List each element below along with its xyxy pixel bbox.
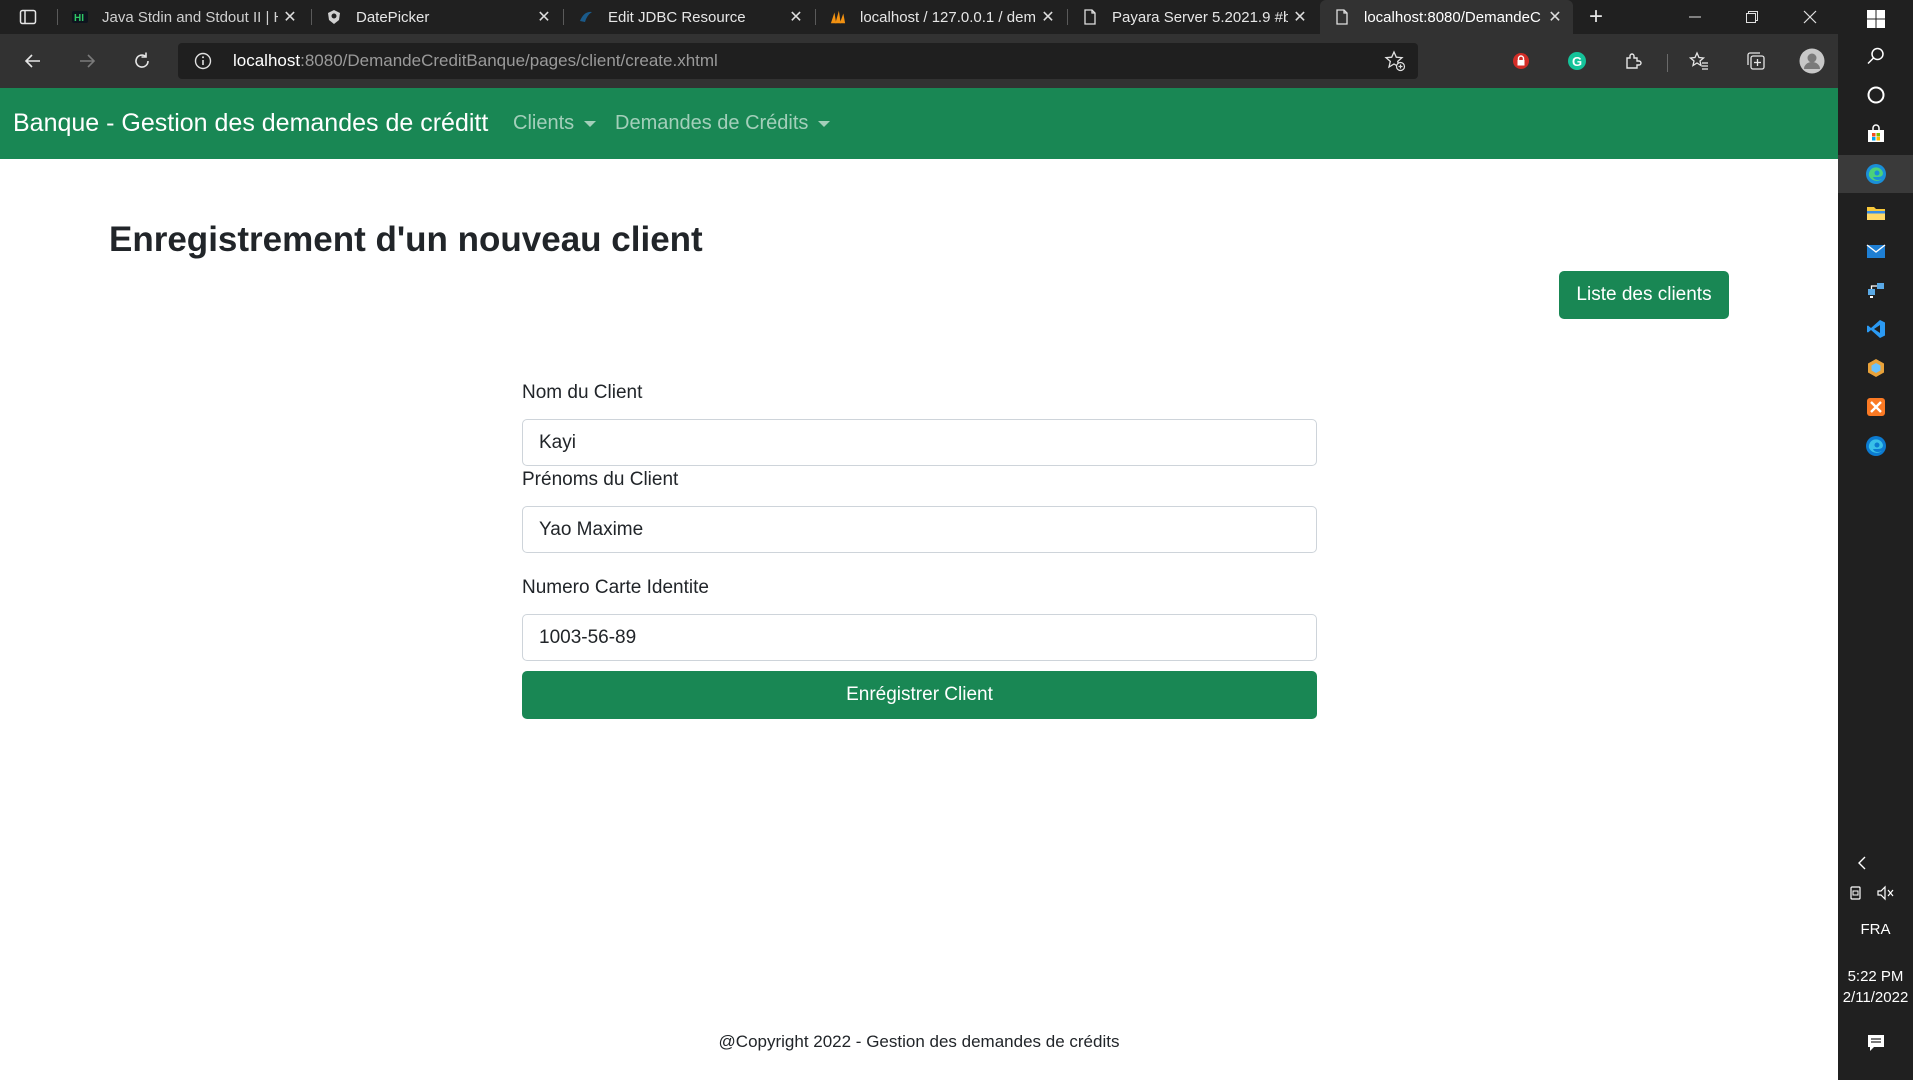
lastpass-extension-icon[interactable] bbox=[1505, 45, 1537, 77]
collections-icon[interactable] bbox=[1740, 45, 1772, 77]
nav-dropdown-clients[interactable]: Clients bbox=[513, 112, 597, 135]
page-icon bbox=[1082, 9, 1098, 25]
glassfish-icon bbox=[578, 9, 594, 25]
close-window-icon[interactable] bbox=[1782, 0, 1838, 34]
carte-identite-label: Numero Carte Identite bbox=[522, 577, 709, 598]
page-title: Enregistrement d'un nouveau client bbox=[109, 220, 703, 259]
page-icon bbox=[1334, 9, 1350, 25]
vscode-icon[interactable] bbox=[1862, 315, 1890, 343]
volume-muted-icon[interactable] bbox=[1872, 879, 1900, 907]
tab-title: localhost / 127.0.0.1 / dem bbox=[860, 8, 1036, 26]
caret-down-icon bbox=[818, 120, 831, 127]
url-host: localhost bbox=[233, 51, 301, 70]
browser-tab[interactable]: Edit JDBC Resource ✕ bbox=[564, 0, 814, 34]
svg-text:G: G bbox=[1572, 54, 1582, 69]
info-icon[interactable] bbox=[194, 52, 212, 70]
xampp-icon[interactable] bbox=[1862, 393, 1890, 421]
store-icon[interactable] bbox=[1862, 120, 1890, 148]
carte-identite-input[interactable] bbox=[522, 614, 1317, 661]
browser-tab[interactable]: HI Java Stdin and Stdout II | H ✕ bbox=[58, 0, 308, 34]
nav-dropdown-demandes[interactable]: Demandes de Crédits bbox=[615, 112, 831, 135]
browser-toolbar: localhost:8080/DemandeCreditBanque/pages… bbox=[0, 34, 1838, 88]
browser-tab[interactable]: Payara Server 5.2021.9 #b ✕ bbox=[1068, 0, 1318, 34]
language-indicator[interactable]: FRA bbox=[1838, 921, 1913, 938]
windows-start-icon[interactable] bbox=[1862, 5, 1890, 33]
close-icon[interactable]: ✕ bbox=[278, 5, 302, 29]
hackerrank-icon: HI bbox=[72, 9, 88, 25]
save-client-button[interactable]: Enrégistrer Client bbox=[522, 671, 1317, 719]
add-favorite-icon[interactable] bbox=[1384, 50, 1406, 72]
network-app-icon[interactable] bbox=[1862, 276, 1890, 304]
tab-title: Payara Server 5.2021.9 #b bbox=[1112, 8, 1288, 26]
browser-tab-active[interactable]: localhost:8080/DemandeC ✕ bbox=[1320, 0, 1573, 34]
meet-now-icon[interactable] bbox=[1842, 879, 1870, 907]
prenoms-label: Prénoms du Client bbox=[522, 469, 679, 490]
navbar-brand[interactable]: Banque - Gestion des demandes de créditt bbox=[13, 109, 488, 138]
grammarly-extension-icon[interactable]: G bbox=[1561, 45, 1593, 77]
close-icon[interactable]: ✕ bbox=[532, 5, 556, 29]
profile-avatar-icon[interactable] bbox=[1796, 45, 1828, 77]
nav-dropdown-label: Demandes de Crédits bbox=[615, 112, 809, 134]
mail-icon[interactable] bbox=[1862, 237, 1890, 265]
browser-tab[interactable]: localhost / 127.0.0.1 / dem ✕ bbox=[816, 0, 1066, 34]
svg-text:HI: HI bbox=[74, 13, 84, 23]
primefaces-icon bbox=[326, 9, 342, 25]
notification-center-icon[interactable] bbox=[1862, 1029, 1890, 1057]
close-icon[interactable]: ✕ bbox=[1543, 5, 1567, 29]
toolbar-divider bbox=[1667, 54, 1668, 72]
tab-title: DatePicker bbox=[356, 8, 430, 26]
browser-tab[interactable]: DatePicker ✕ bbox=[312, 0, 562, 34]
close-icon[interactable]: ✕ bbox=[1036, 5, 1060, 29]
extensions-icon[interactable] bbox=[1617, 45, 1649, 77]
forward-icon bbox=[71, 45, 103, 77]
hexagon-app-icon[interactable] bbox=[1862, 354, 1890, 382]
tab-title: localhost:8080/DemandeC bbox=[1364, 8, 1541, 26]
navbar: Banque - Gestion des demandes de créditt… bbox=[0, 88, 1838, 159]
close-icon[interactable]: ✕ bbox=[784, 5, 808, 29]
tab-title: Java Stdin and Stdout II | H bbox=[102, 8, 278, 26]
url-text[interactable]: localhost:8080/DemandeCreditBanque/pages… bbox=[233, 51, 718, 71]
footer-copyright: @Copyright 2022 - Gestion des demandes d… bbox=[718, 1032, 1120, 1051]
caret-down-icon bbox=[584, 120, 597, 127]
clock-time[interactable]: 5:22 PM bbox=[1838, 968, 1913, 985]
nom-label: Nom du Client bbox=[522, 382, 643, 403]
prenoms-input[interactable] bbox=[522, 506, 1317, 553]
nav-dropdown-label: Clients bbox=[513, 112, 575, 134]
back-icon[interactable] bbox=[17, 45, 49, 77]
favorites-icon[interactable] bbox=[1683, 45, 1715, 77]
minimize-icon[interactable] bbox=[1667, 0, 1723, 34]
tab-actions-icon[interactable] bbox=[12, 1, 44, 33]
list-clients-button[interactable]: Liste des clients bbox=[1559, 271, 1729, 319]
edge-dev-icon[interactable] bbox=[1862, 432, 1890, 460]
search-icon[interactable] bbox=[1862, 42, 1890, 70]
restore-icon[interactable] bbox=[1724, 0, 1780, 34]
close-icon[interactable]: ✕ bbox=[1288, 5, 1312, 29]
refresh-icon[interactable] bbox=[126, 45, 158, 77]
web-page: Banque - Gestion des demandes de créditt… bbox=[0, 88, 1838, 1080]
new-tab-icon[interactable]: + bbox=[1580, 1, 1612, 33]
edge-icon[interactable] bbox=[1862, 160, 1890, 188]
file-explorer-icon[interactable] bbox=[1862, 199, 1890, 227]
cortana-icon[interactable] bbox=[1862, 81, 1890, 109]
phpmyadmin-icon bbox=[830, 9, 846, 25]
url-path: :8080/DemandeCreditBanque/pages/client/c… bbox=[300, 51, 718, 70]
address-bar[interactable]: localhost:8080/DemandeCreditBanque/pages… bbox=[178, 43, 1418, 79]
tab-title: Edit JDBC Resource bbox=[608, 8, 746, 26]
nom-input[interactable] bbox=[522, 419, 1317, 466]
clock-date[interactable]: 2/11/2022 bbox=[1838, 989, 1913, 1006]
browser-tab-strip: HI Java Stdin and Stdout II | H ✕ DatePi… bbox=[0, 0, 1838, 34]
windows-taskbar: FRA 5:22 PM 2/11/2022 bbox=[1838, 0, 1913, 1080]
chevron-left-icon[interactable] bbox=[1848, 849, 1876, 877]
